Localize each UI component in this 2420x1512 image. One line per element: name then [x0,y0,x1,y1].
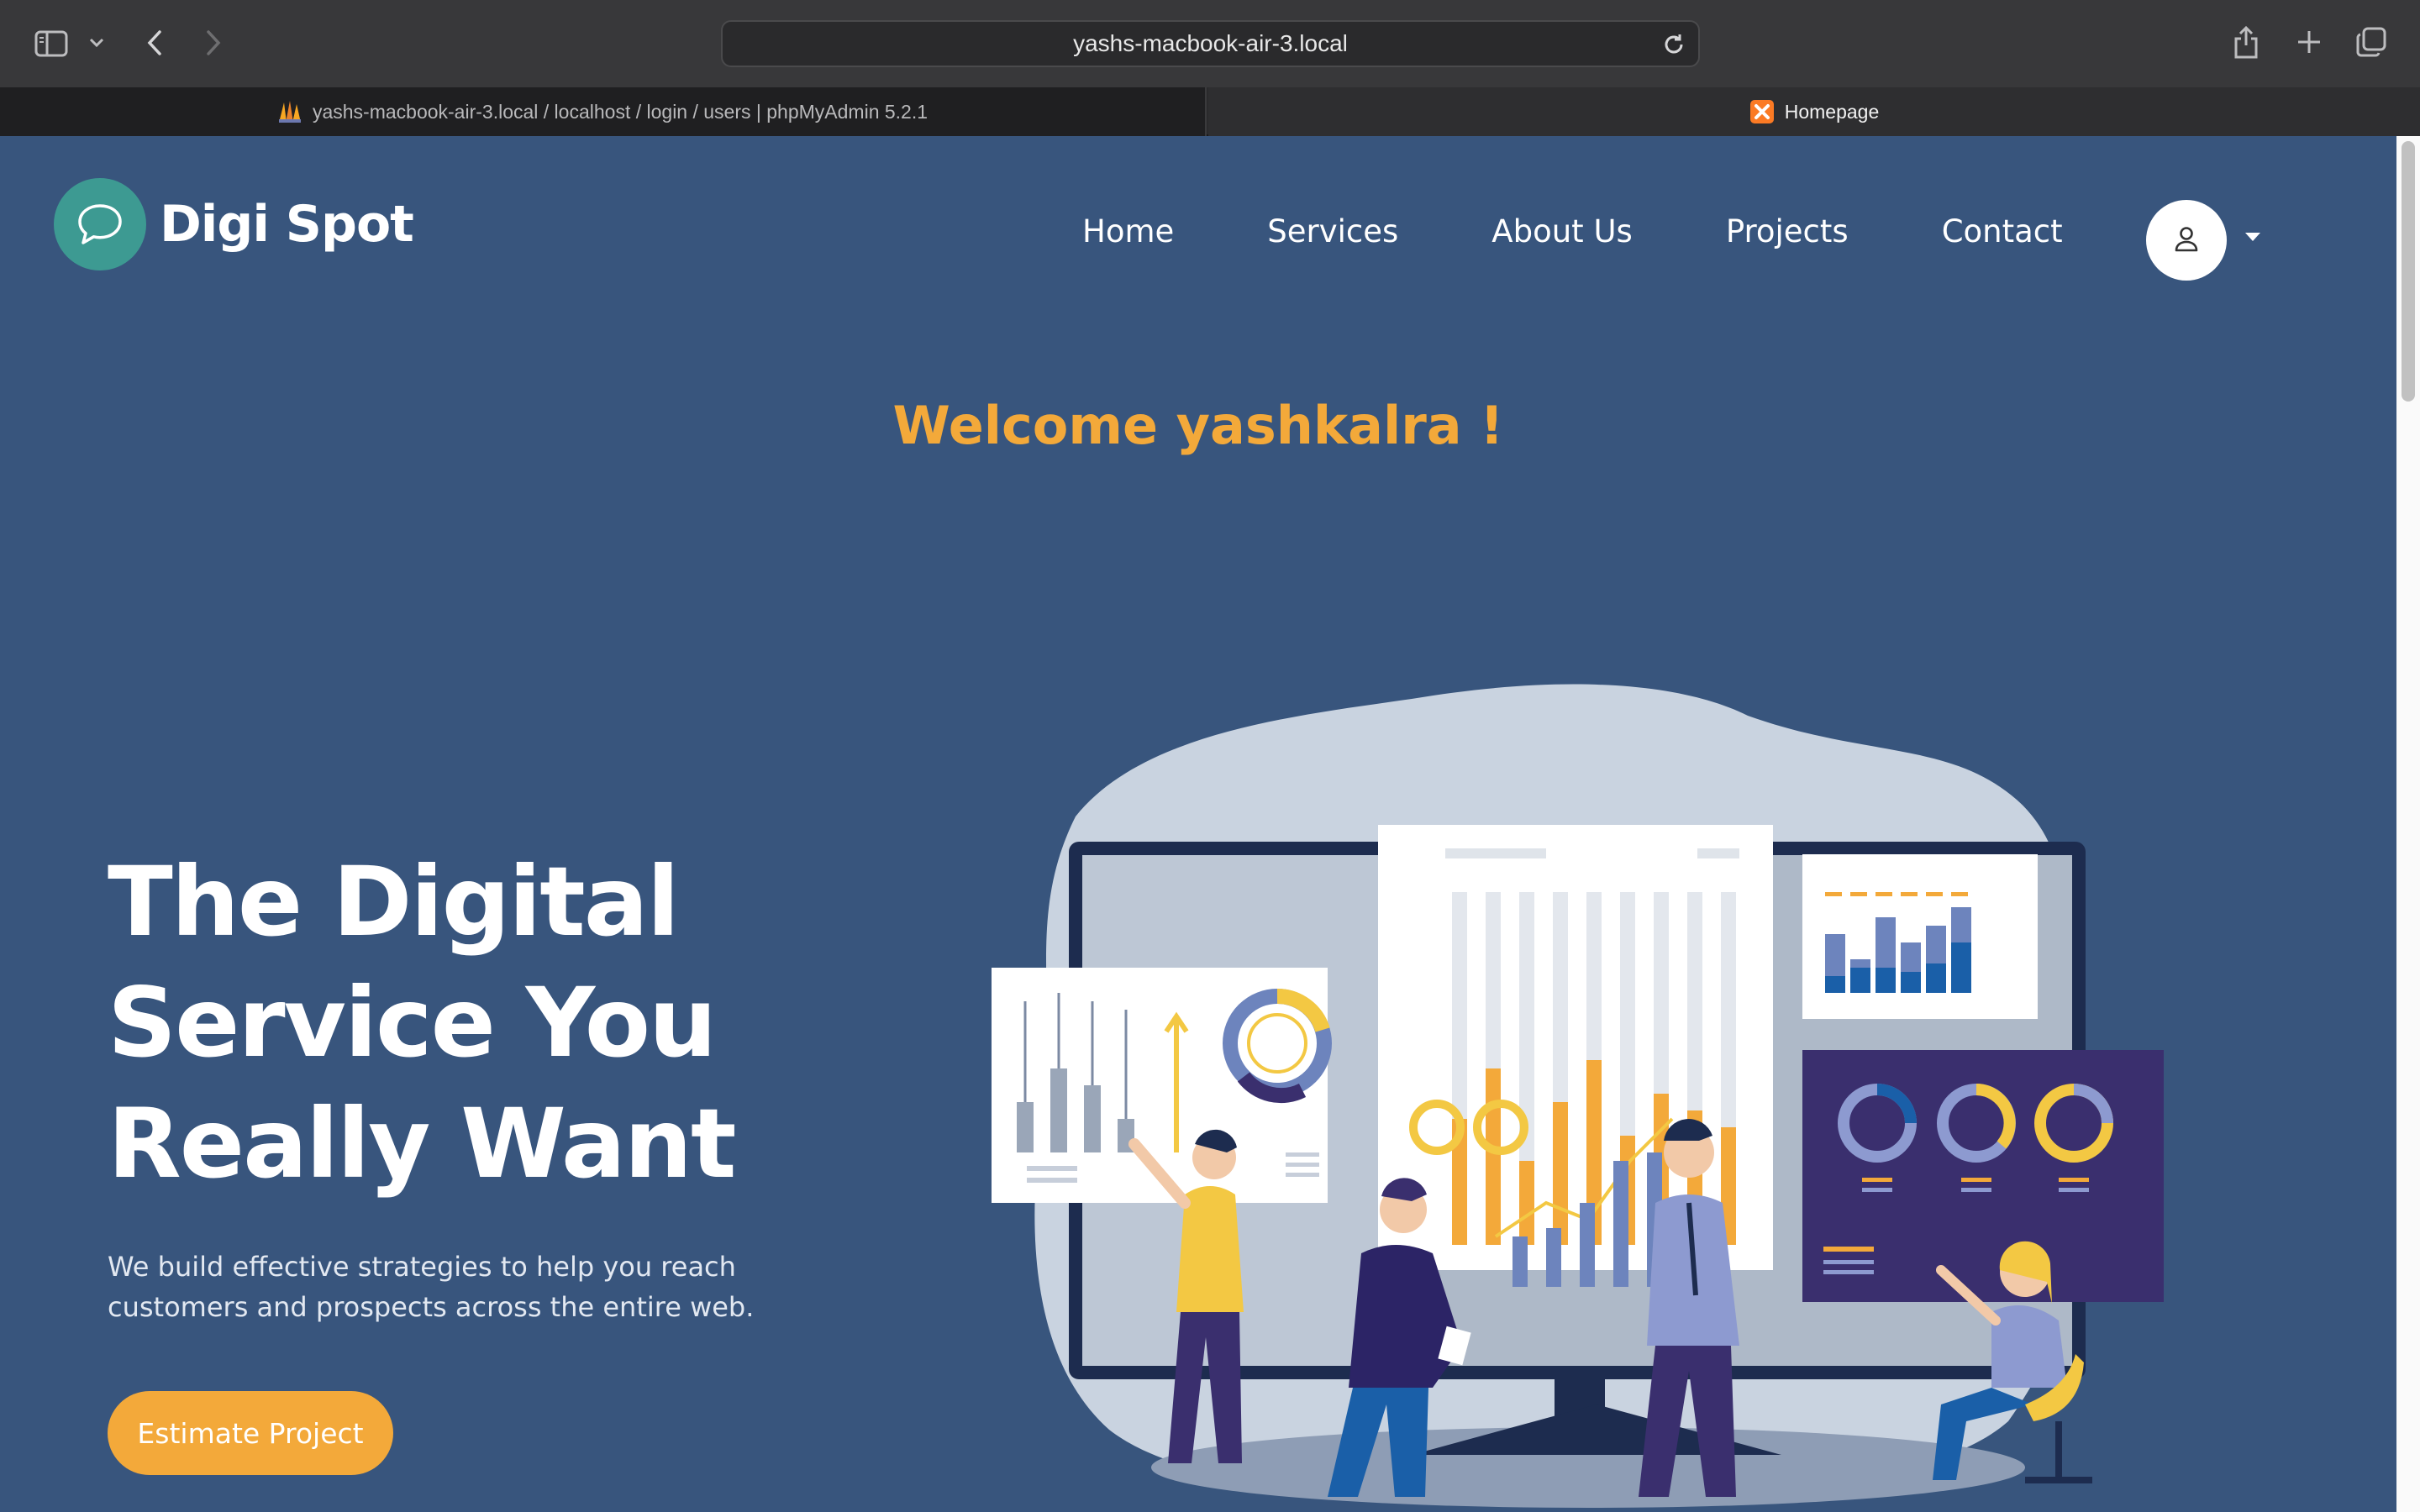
site-logo[interactable]: Digi Spot [54,178,414,270]
user-menu-button[interactable] [2146,200,2227,281]
tab-title: Homepage [1784,100,1880,123]
welcome-message: Welcome yashkalra ! [892,395,1504,456]
caret-down-icon[interactable] [2244,230,2262,246]
nav-projects[interactable]: Projects [1726,213,1849,249]
xampp-favicon [1749,99,1775,124]
tab-homepage[interactable]: Homepage [1208,87,2420,136]
logo-text: Digi Spot [160,195,414,254]
main-nav: Home Services About Us Projects Contact [1082,213,2063,249]
browser-toolbar: yashs-macbook-air-3.local [0,0,2420,87]
tab-phpmyadmin[interactable]: yashs-macbook-air-3.local / localhost / … [0,87,1207,136]
hero-title-line: Service You [108,967,717,1079]
hero-title-line: Really Want [108,1088,736,1200]
page-scrollbar[interactable] [2396,136,2420,1512]
back-icon[interactable] [141,25,168,60]
hero-subtitle-line: customers and prospects across the entir… [108,1291,755,1323]
address-bar[interactable]: yashs-macbook-air-3.local [721,20,1700,67]
tabs-overview-icon[interactable] [2354,25,2388,59]
nav-services[interactable]: Services [1267,213,1398,249]
hero-subtitle-line: We build effective strategies to help yo… [108,1251,736,1283]
hero-subtitle: We build effective strategies to help yo… [108,1247,797,1327]
estimate-project-button[interactable]: Estimate Project [108,1391,393,1475]
phpmyadmin-favicon [277,99,302,124]
nav-about-us[interactable]: About Us [1491,213,1633,249]
hero-illustration [992,684,2164,1508]
url-text: yashs-macbook-air-3.local [1073,30,1348,56]
chevron-down-icon[interactable] [86,32,108,54]
plus-icon[interactable] [2292,25,2326,59]
user-icon [2174,225,2199,255]
scrollbar-thumb[interactable] [2402,141,2415,402]
forward-icon[interactable] [200,25,227,60]
hero-title: The Digital Service You Really Want [108,842,864,1205]
tab-title: yashs-macbook-air-3.local / localhost / … [312,100,929,123]
reload-icon[interactable] [1661,32,1686,60]
nav-contact[interactable]: Contact [1942,213,2063,249]
hero-title-line: The Digital [108,846,680,958]
share-icon[interactable] [2230,24,2262,60]
nav-home[interactable]: Home [1082,213,1174,249]
chat-bubble-icon [54,178,146,270]
tab-bar: yashs-macbook-air-3.local / localhost / … [0,87,2420,136]
sidebar-toggle-icon[interactable] [32,25,71,62]
page-viewport: Digi Spot Home Services About Us Project… [0,136,2420,1512]
